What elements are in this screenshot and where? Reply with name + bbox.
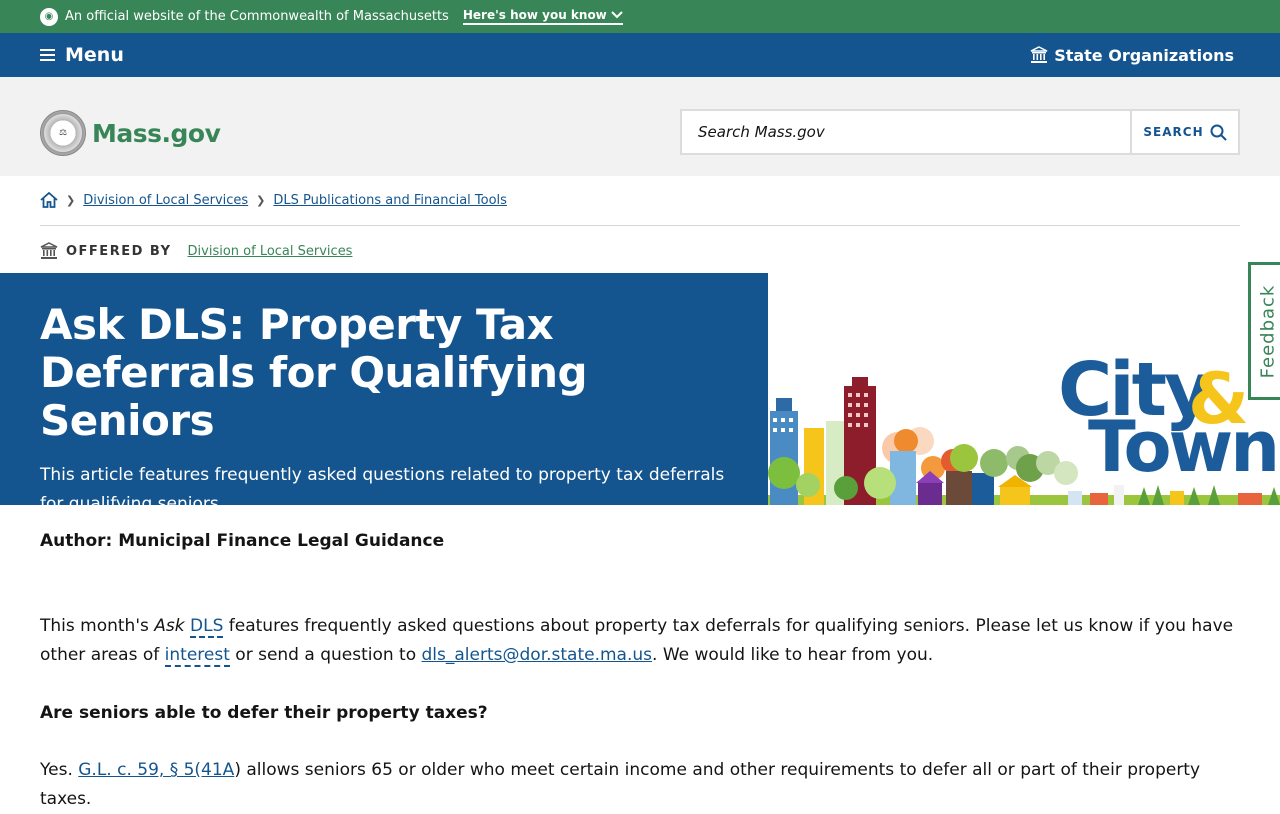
intro-text: . We would like to hear from you. <box>652 645 934 665</box>
building-icon <box>1030 46 1048 63</box>
intro-paragraph: This month's Ask DLS features frequently… <box>40 612 1240 670</box>
logo-text: Mass.gov <box>92 118 221 148</box>
menu-button[interactable]: Menu <box>40 44 124 66</box>
answer-paragraph: Yes. G.L. c. 59, § 5(41A) allows seniors… <box>40 756 1240 814</box>
answer-text: Yes. <box>40 760 79 780</box>
intro-ask: Ask <box>154 616 185 636</box>
main-content: Author: Municipal Finance Legal Guidance… <box>40 527 1240 814</box>
how-you-know-button[interactable]: Here's how you know <box>462 8 623 25</box>
breadcrumb-publications-link[interactable]: DLS Publications and Financial Tools <box>273 193 507 208</box>
official-site-banner: ◉ An official website of the Commonwealt… <box>0 0 1280 33</box>
art-town-text: Town <box>1088 406 1277 488</box>
breadcrumb-division-link[interactable]: Division of Local Services <box>83 193 248 208</box>
mass-gov-logo[interactable]: ⚖ Mass.gov <box>40 110 221 156</box>
question-heading: Are seniors able to defer their property… <box>40 703 488 723</box>
offered-by-label: OFFERED BY <box>66 243 172 259</box>
massachusetts-seal-icon: ⚖ <box>40 110 86 156</box>
building-icon <box>40 242 58 259</box>
breadcrumb: ❯ Division of Local Services ❯ DLS Publi… <box>40 192 507 208</box>
offered-by: OFFERED BY Division of Local Services <box>40 242 352 260</box>
search-input[interactable] <box>682 111 1130 153</box>
search-button-label: SEARCH <box>1143 125 1204 139</box>
state-organizations-label: State Organizations <box>1054 45 1234 65</box>
statute-link[interactable]: G.L. c. 59, § 5(41A <box>78 760 234 780</box>
site-header: ⚖ Mass.gov SEARCH <box>0 77 1280 176</box>
cityscape-illustration: City & Town <box>768 347 1280 505</box>
page-subtitle: This article features frequently asked q… <box>40 465 725 514</box>
offered-by-org-link[interactable]: Division of Local Services <box>188 244 353 259</box>
page-title: Ask DLS: Property Tax Deferrals for Qual… <box>40 300 588 445</box>
how-you-know-label: Here's how you know <box>462 8 607 22</box>
email-link[interactable]: dls_alerts@dor.state.ma.us <box>422 645 653 665</box>
state-organizations-button[interactable]: State Organizations <box>1030 46 1234 65</box>
breadcrumb-divider <box>40 225 1240 226</box>
feedback-tab[interactable]: Feedback <box>1248 262 1280 400</box>
dls-abbreviation[interactable]: DLS <box>190 616 224 638</box>
chevron-down-icon <box>611 11 623 19</box>
intro-text: This month's <box>40 616 155 636</box>
chevron-right-icon: ❯ <box>256 193 266 207</box>
search-button[interactable]: SEARCH <box>1130 111 1238 153</box>
main-nav-bar: Menu State Organizations <box>0 33 1280 77</box>
home-icon[interactable] <box>40 192 58 208</box>
interest-link[interactable]: interest <box>164 645 230 667</box>
search-icon <box>1210 124 1227 141</box>
page-banner: Ask DLS: Property Tax Deferrals for Qual… <box>0 273 768 514</box>
intro-text: or send a question to <box>229 645 422 665</box>
official-site-text: An official website of the Commonwealth … <box>65 9 449 24</box>
author-line: Author: Municipal Finance Legal Guidance <box>40 531 445 551</box>
feedback-label: Feedback <box>1257 284 1279 378</box>
chevron-right-icon: ❯ <box>66 193 76 207</box>
city-town-banner-image: City & Town <box>768 273 1280 505</box>
seal-mini-icon: ◉ <box>40 7 58 26</box>
site-search: SEARCH <box>680 109 1240 155</box>
menu-label: Menu <box>65 44 124 66</box>
hamburger-icon <box>40 49 55 61</box>
